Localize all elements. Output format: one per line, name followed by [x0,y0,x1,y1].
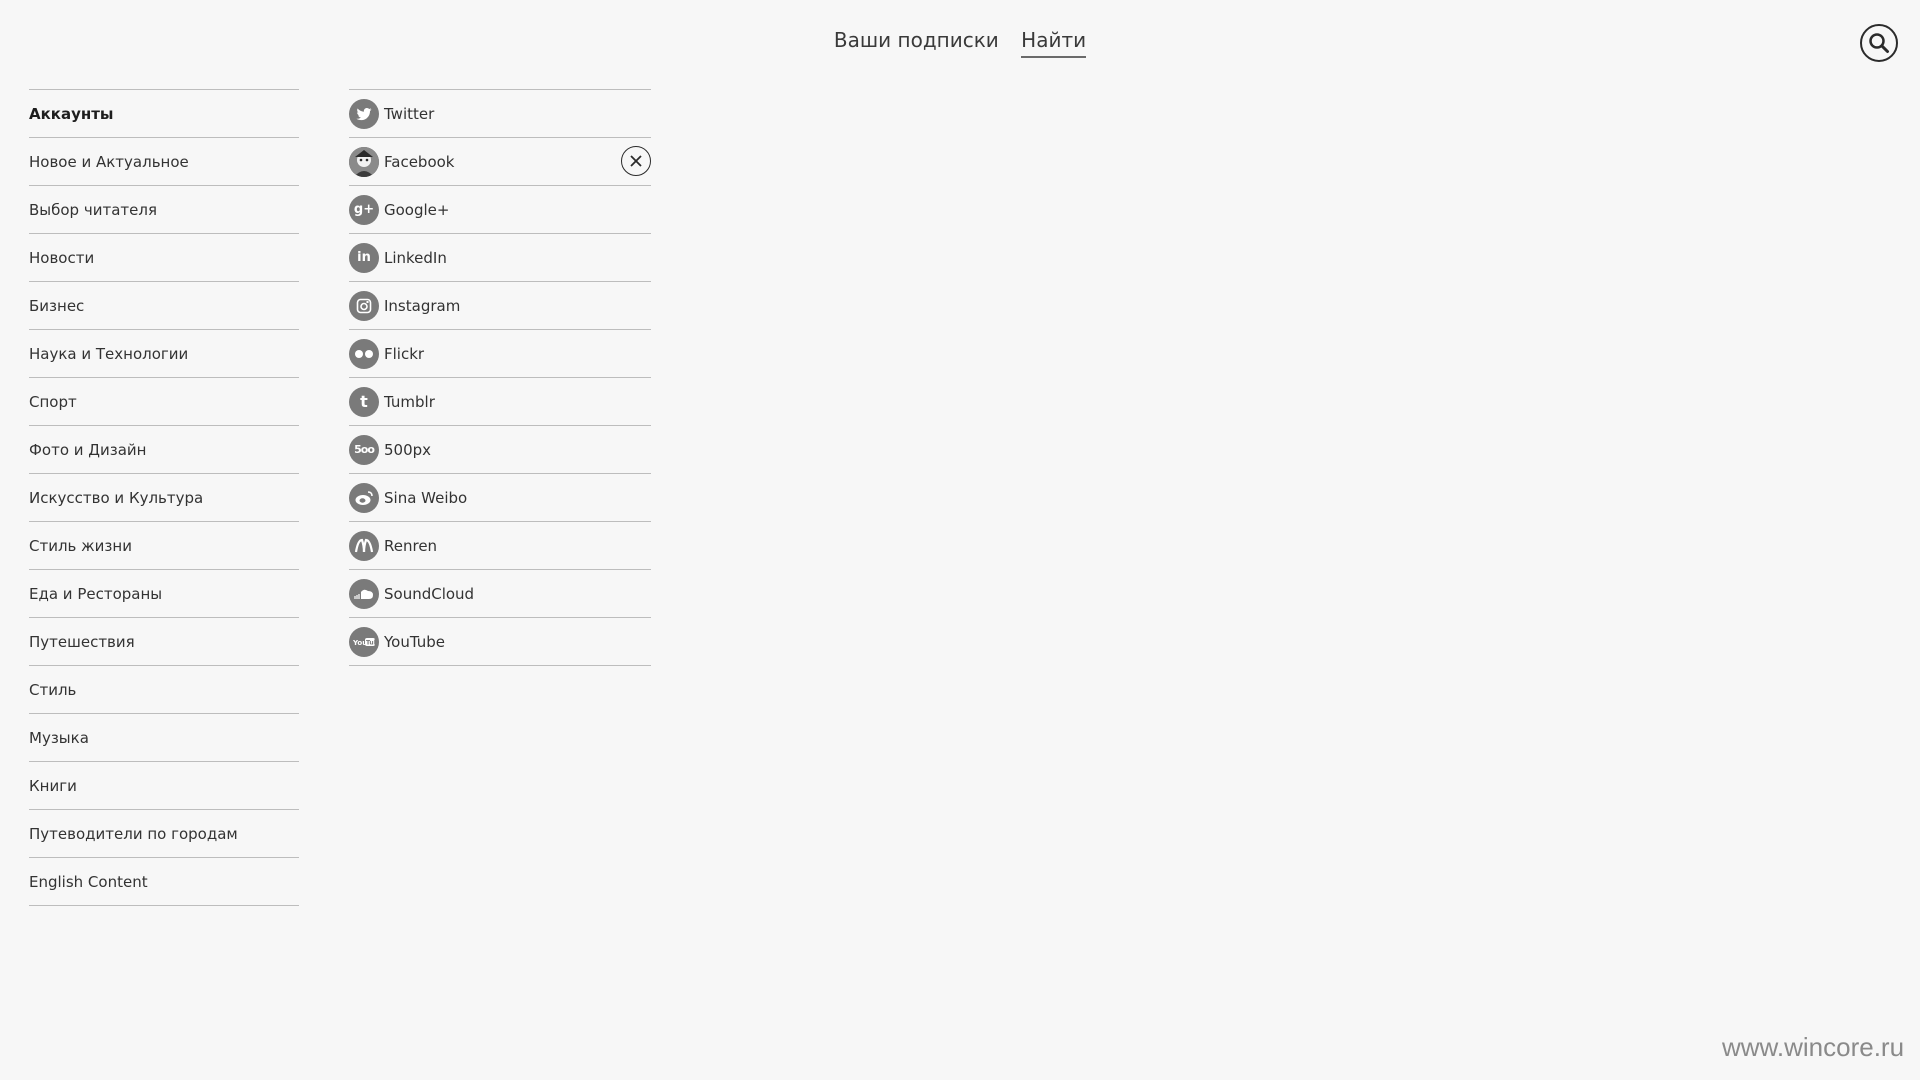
account-label: YouTube [384,632,445,651]
search-button[interactable] [1860,24,1898,62]
category-item-travel[interactable]: Путешествия [29,618,299,666]
account-label: Renren [384,536,438,555]
tab-subscriptions[interactable]: Ваши подписки [834,28,999,56]
account-item-facebook[interactable]: Facebook [349,138,651,186]
category-item-english-content[interactable]: English Content [29,858,299,906]
top-nav: Ваши подписки Найти [0,28,1920,58]
account-label: Instagram [384,296,461,315]
500px-icon: 5oo [349,434,379,465]
account-label: Google+ [384,200,450,219]
google-plus-icon: g+ [349,194,379,225]
category-item-city-guides[interactable]: Путеводители по городам [29,810,299,858]
renren-icon [349,530,379,561]
category-item-art-culture[interactable]: Искусство и Культура [29,474,299,522]
account-label: SoundCloud [384,584,475,603]
account-item-linkedin[interactable]: in LinkedIn [349,234,651,282]
account-item-renren[interactable]: Renren [349,522,651,570]
account-item-sina-weibo[interactable]: Sina Weibo [349,474,651,522]
avatar-icon [349,146,379,177]
account-item-500px[interactable]: 5oo 500px [349,426,651,474]
account-label: 500px [384,440,432,459]
category-item-books[interactable]: Книги [29,762,299,810]
instagram-icon [349,290,379,321]
twitter-icon [349,98,379,129]
category-item-style[interactable]: Стиль [29,666,299,714]
soundcloud-icon [349,578,379,609]
svg-text:You: You [352,639,367,647]
linkedin-icon: in [349,242,379,273]
category-item-lifestyle[interactable]: Стиль жизни [29,522,299,570]
close-icon [630,155,642,167]
youtube-icon: You Tube [349,626,379,657]
tumblr-icon: t [349,386,379,417]
account-item-soundcloud[interactable]: SoundCloud [349,570,651,618]
watermark: www.wincore.ru [1722,1032,1905,1062]
flickr-icon [349,338,379,369]
account-label: LinkedIn [384,248,447,267]
app-window: Ваши подписки Найти Аккаунты Новое и Акт… [0,0,1920,1080]
remove-account-button[interactable] [621,146,651,176]
category-item-new-trending[interactable]: Новое и Актуальное [29,138,299,186]
category-item-music[interactable]: Музыка [29,714,299,762]
account-label: Twitter [384,104,435,123]
account-item-google-plus[interactable]: g+ Google+ [349,186,651,234]
account-item-youtube[interactable]: You Tube YouTube [349,618,651,666]
weibo-icon [349,482,379,513]
category-item-news[interactable]: Новости [29,234,299,282]
account-label: Facebook [384,152,455,171]
account-list: Twitter Facebook g+ Google+ in LinkedIn … [349,89,651,666]
account-label: Tumblr [384,392,435,411]
tab-find[interactable]: Найти [1021,28,1087,58]
category-item-science-tech[interactable]: Наука и Технологии [29,330,299,378]
svg-text:Tube: Tube [366,639,376,646]
search-icon [1869,33,1889,53]
category-item-accounts[interactable]: Аккаунты [29,90,299,138]
category-item-sport[interactable]: Спорт [29,378,299,426]
category-item-photo-design[interactable]: Фото и Дизайн [29,426,299,474]
account-label: Flickr [384,344,425,363]
category-item-business[interactable]: Бизнес [29,282,299,330]
account-item-instagram[interactable]: Instagram [349,282,651,330]
category-list: Аккаунты Новое и Актуальное Выбор читате… [29,89,299,906]
category-item-food-restaurants[interactable]: Еда и Рестораны [29,570,299,618]
category-item-readers-choice[interactable]: Выбор читателя [29,186,299,234]
account-item-tumblr[interactable]: t Tumblr [349,378,651,426]
account-label: Sina Weibo [384,488,468,507]
account-item-flickr[interactable]: Flickr [349,330,651,378]
account-item-twitter[interactable]: Twitter [349,90,651,138]
